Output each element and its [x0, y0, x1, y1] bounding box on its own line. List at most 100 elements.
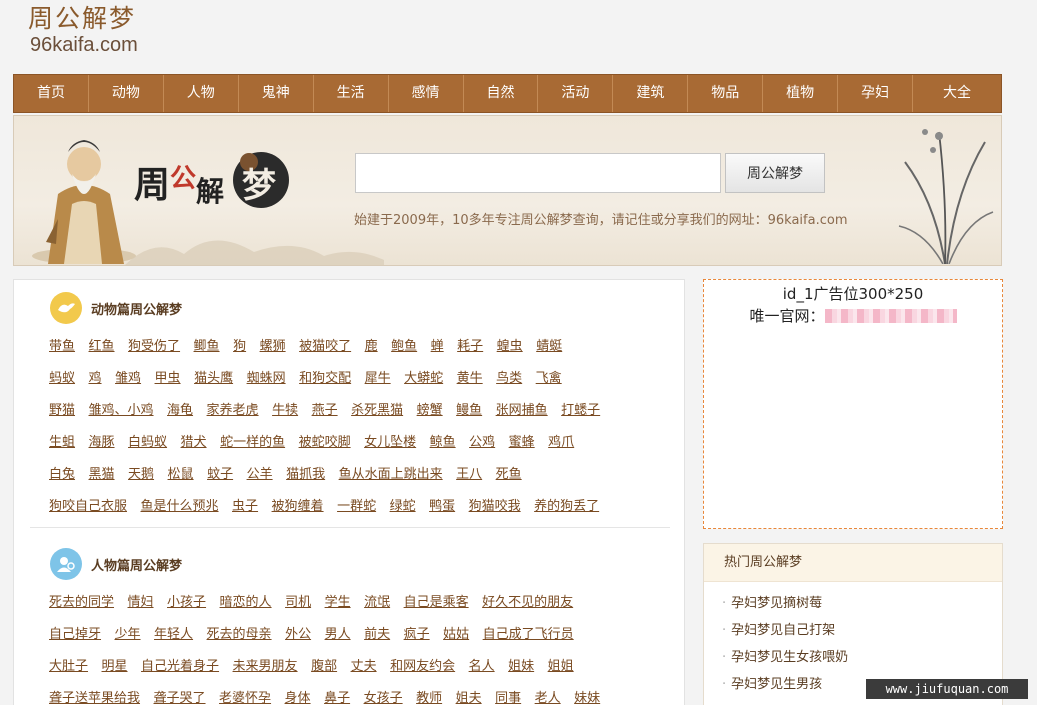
dream-link[interactable]: 教师	[416, 691, 442, 705]
dream-link[interactable]: 甲虫	[155, 371, 181, 386]
dream-link[interactable]: 黄牛	[457, 371, 483, 386]
nav-item-pregnant[interactable]: 孕妇	[838, 75, 914, 112]
dream-link[interactable]: 鲫鱼	[194, 339, 220, 354]
dream-link[interactable]: 鳗鱼	[456, 403, 482, 418]
dream-link[interactable]: 大蟒蛇	[404, 371, 443, 386]
dream-link[interactable]: 被狗缠着	[272, 499, 324, 514]
dream-link[interactable]: 前夫	[364, 627, 390, 642]
dream-link[interactable]: 姑姑	[443, 627, 469, 642]
dream-link[interactable]: 公鸡	[469, 435, 495, 450]
dream-link[interactable]: 雏鸡	[115, 371, 141, 386]
dream-link[interactable]: 螺狮	[260, 339, 286, 354]
dream-link[interactable]: 狗	[233, 339, 246, 354]
dream-link[interactable]: 黑猫	[89, 467, 115, 482]
dream-link[interactable]: 白蚂蚁	[128, 435, 167, 450]
dream-link[interactable]: 家养老虎	[207, 403, 259, 418]
dream-link[interactable]: 鸡	[89, 371, 102, 386]
dream-link[interactable]: 鸟类	[496, 371, 522, 386]
dream-link[interactable]: 和狗交配	[299, 371, 351, 386]
search-button[interactable]: 周公解梦	[725, 153, 825, 193]
dream-link[interactable]: 妹妹	[574, 691, 600, 705]
nav-item-buildings[interactable]: 建筑	[613, 75, 689, 112]
dream-link[interactable]: 死去的同学	[49, 595, 114, 610]
nav-item-all[interactable]: 大全	[913, 75, 1001, 112]
dream-link[interactable]: 女孩子	[364, 691, 403, 705]
dream-link[interactable]: 蜻蜓	[536, 339, 562, 354]
dream-link[interactable]: 姐姐	[548, 659, 574, 674]
dream-link[interactable]: 暗恋的人	[220, 595, 272, 610]
dream-link[interactable]: 公羊	[247, 467, 273, 482]
dream-link[interactable]: 一群蛇	[337, 499, 376, 514]
dream-link[interactable]: 好久不见的朋友	[482, 595, 573, 610]
dream-link[interactable]: 野猫	[49, 403, 75, 418]
dream-link[interactable]: 老人	[535, 691, 561, 705]
dream-link[interactable]: 鲍鱼	[391, 339, 417, 354]
dream-link[interactable]: 杀死黑猫	[351, 403, 403, 418]
dream-link[interactable]: 外公	[285, 627, 311, 642]
ad-placeholder[interactable]: id_1广告位300*250 唯一官网：	[703, 279, 1003, 529]
dream-link[interactable]: 老婆怀孕	[219, 691, 271, 705]
dream-link[interactable]: 鸡爪	[548, 435, 574, 450]
dream-link[interactable]: 海龟	[167, 403, 193, 418]
dream-link[interactable]: 大肚子	[49, 659, 88, 674]
dream-link[interactable]: 养的狗丢了	[534, 499, 599, 514]
dream-link[interactable]: 狗受伤了	[128, 339, 180, 354]
dream-link[interactable]: 螃蟹	[417, 403, 443, 418]
dream-link[interactable]: 丈夫	[351, 659, 377, 674]
dream-link[interactable]: 张网捕鱼	[496, 403, 548, 418]
dream-link[interactable]: 小孩子	[167, 595, 206, 610]
dream-link[interactable]: 飞禽	[536, 371, 562, 386]
dream-link[interactable]: 流氓	[364, 595, 390, 610]
dream-link[interactable]: 身体	[285, 691, 311, 705]
dream-link[interactable]: 死鱼	[496, 467, 522, 482]
dream-link[interactable]: 少年	[115, 627, 141, 642]
dream-link[interactable]: 姐妹	[508, 659, 534, 674]
search-input[interactable]	[355, 153, 721, 193]
hot-dream-item[interactable]: 孕妇梦见自己打架	[722, 621, 1002, 648]
dream-link[interactable]: 鲸鱼	[430, 435, 456, 450]
dream-link[interactable]: 耗子	[457, 339, 483, 354]
dream-link[interactable]: 猫头鹰	[194, 371, 233, 386]
dream-link[interactable]: 生蛆	[49, 435, 75, 450]
dream-link[interactable]: 鸭蛋	[429, 499, 455, 514]
nav-item-activity[interactable]: 活动	[538, 75, 614, 112]
dream-link[interactable]: 猫抓我	[286, 467, 325, 482]
dream-link[interactable]: 海豚	[89, 435, 115, 450]
dream-link[interactable]: 姐夫	[456, 691, 482, 705]
dream-link[interactable]: 蝗虫	[497, 339, 523, 354]
dream-link[interactable]: 学生	[325, 595, 351, 610]
dream-link[interactable]: 明星	[102, 659, 128, 674]
dream-link[interactable]: 燕子	[312, 403, 338, 418]
dream-link[interactable]: 蝉	[431, 339, 444, 354]
dream-link[interactable]: 年轻人	[154, 627, 193, 642]
dream-link[interactable]: 带鱼	[49, 339, 75, 354]
site-logo[interactable]: 周公解梦 96kaifa.com	[28, 4, 188, 60]
dream-link[interactable]: 犀牛	[365, 371, 391, 386]
hot-dream-item[interactable]: 孕妇梦见生女孩喂奶	[722, 648, 1002, 675]
dream-link[interactable]: 天鹅	[128, 467, 154, 482]
dream-link[interactable]: 白兔	[49, 467, 75, 482]
dream-link[interactable]: 情妇	[128, 595, 154, 610]
dream-link[interactable]: 鱼是什么预兆	[141, 499, 219, 514]
dream-link[interactable]: 王八	[456, 467, 482, 482]
dream-link[interactable]: 自己是乘客	[404, 595, 469, 610]
dream-link[interactable]: 未来男朋友	[233, 659, 298, 674]
dream-link[interactable]: 猎犬	[181, 435, 207, 450]
nav-item-emotion[interactable]: 感情	[389, 75, 464, 112]
dream-link[interactable]: 红鱼	[89, 339, 115, 354]
nav-item-home[interactable]: 首页	[14, 75, 89, 112]
dream-link[interactable]: 自己掉牙	[49, 627, 101, 642]
dream-link[interactable]: 被蛇咬脚	[299, 435, 351, 450]
dream-link[interactable]: 蜘蛛网	[247, 371, 286, 386]
dream-link[interactable]: 鱼从水面上跳出来	[339, 467, 443, 482]
dream-link[interactable]: 名人	[469, 659, 495, 674]
nav-item-ghosts[interactable]: 鬼神	[239, 75, 314, 112]
dream-link[interactable]: 男人	[325, 627, 351, 642]
dream-link[interactable]: 聋子哭了	[154, 691, 206, 705]
dream-link[interactable]: 打蟋子	[561, 403, 600, 418]
nav-item-nature[interactable]: 自然	[464, 75, 539, 112]
nav-item-plants[interactable]: 植物	[763, 75, 839, 112]
dream-link[interactable]: 狗猫咬我	[469, 499, 521, 514]
dream-link[interactable]: 自己成了飞行员	[483, 627, 574, 642]
dream-link[interactable]: 蜜蜂	[509, 435, 535, 450]
